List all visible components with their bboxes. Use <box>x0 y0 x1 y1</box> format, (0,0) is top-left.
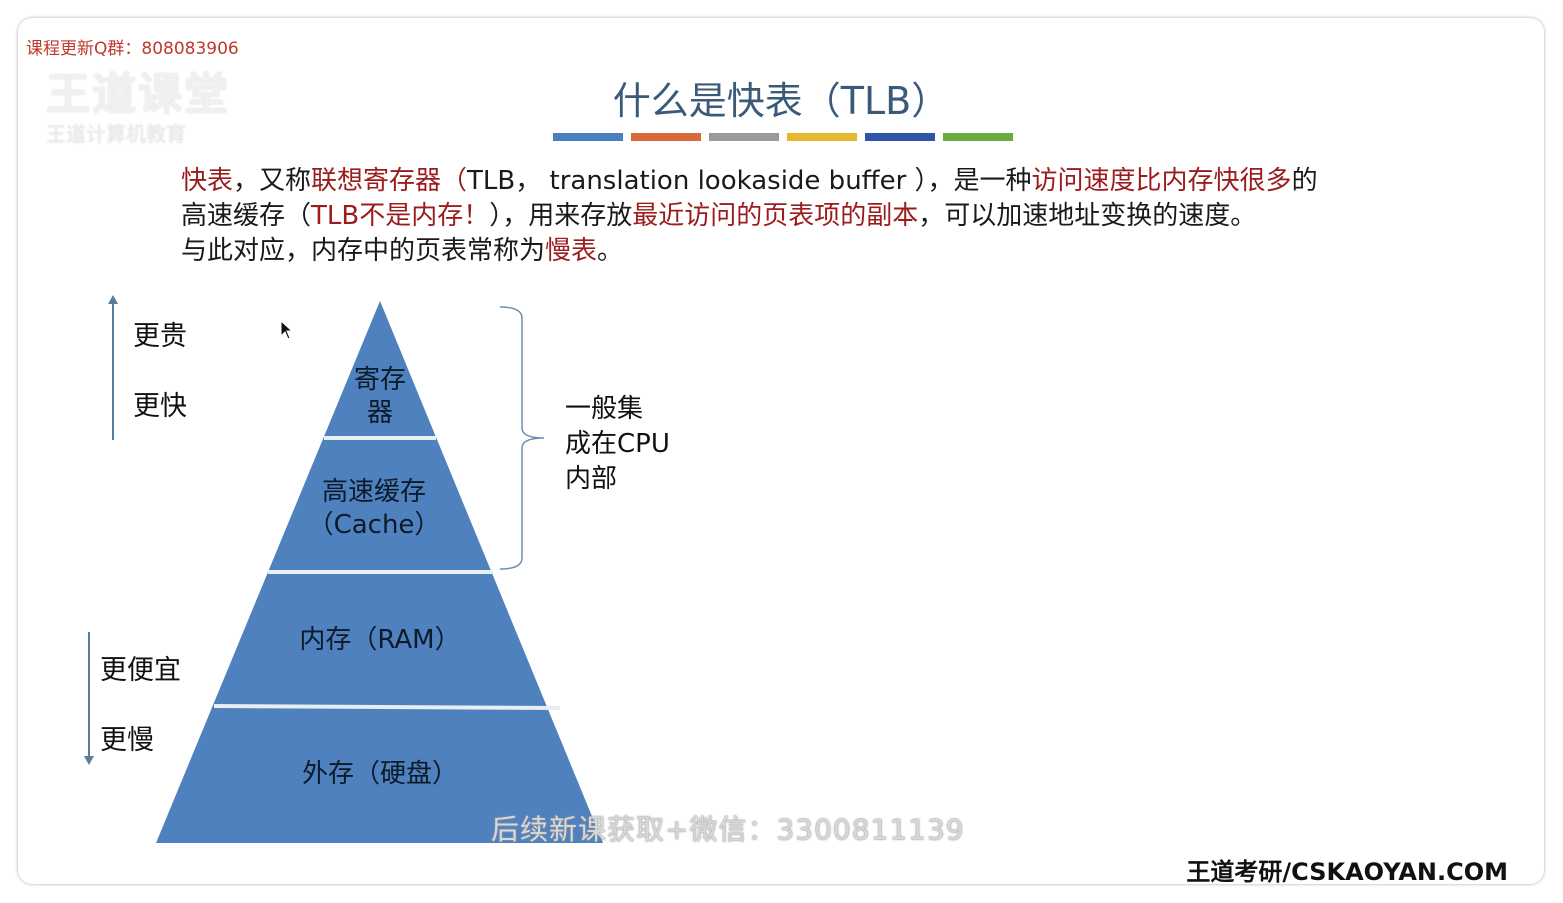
brace-icon <box>499 306 545 570</box>
cpu-integration-note: 一般集 成在CPU 内部 <box>565 392 670 497</box>
footer-site: 王道考研/CSKAOYAN.COM <box>1186 858 1508 884</box>
mouse-cursor-icon <box>280 320 294 340</box>
tier-cache-line: 高速缓存 <box>321 477 426 507</box>
tier-registers-line: 器 <box>366 398 393 428</box>
cpu-note-line: 内部 <box>565 464 618 494</box>
highlight-text: 访问速度比内存快很多 <box>1031 166 1292 196</box>
tier-registers: 寄存 器 <box>338 364 422 430</box>
tier-disk: 外存（硬盘） <box>301 759 458 789</box>
body-text: 的 <box>1291 166 1318 196</box>
title-bar <box>865 133 935 141</box>
title-bar <box>787 133 857 141</box>
body-text: ，可以加速地址变换的速度。 <box>918 201 1257 231</box>
tier-divider <box>213 704 561 710</box>
tier-cache-line: （Cache） <box>307 510 441 540</box>
title-bar <box>943 133 1013 141</box>
title-bar <box>709 133 779 141</box>
cpu-note-line: 成在CPU <box>565 429 670 459</box>
tier-registers-line: 寄存 <box>353 365 406 395</box>
tier-cache: 高速缓存 （Cache） <box>294 476 454 542</box>
tier-ram: 内存（RAM） <box>299 625 461 655</box>
slide-frame: 课程更新Q群：808083906 王道课堂 王道计算机教育 什么是快表（TLB）… <box>18 18 1544 884</box>
cpu-note-line: 一般集 <box>565 394 644 424</box>
wechat-watermark: 后续新课获取+微信：3300811139 <box>491 813 965 846</box>
